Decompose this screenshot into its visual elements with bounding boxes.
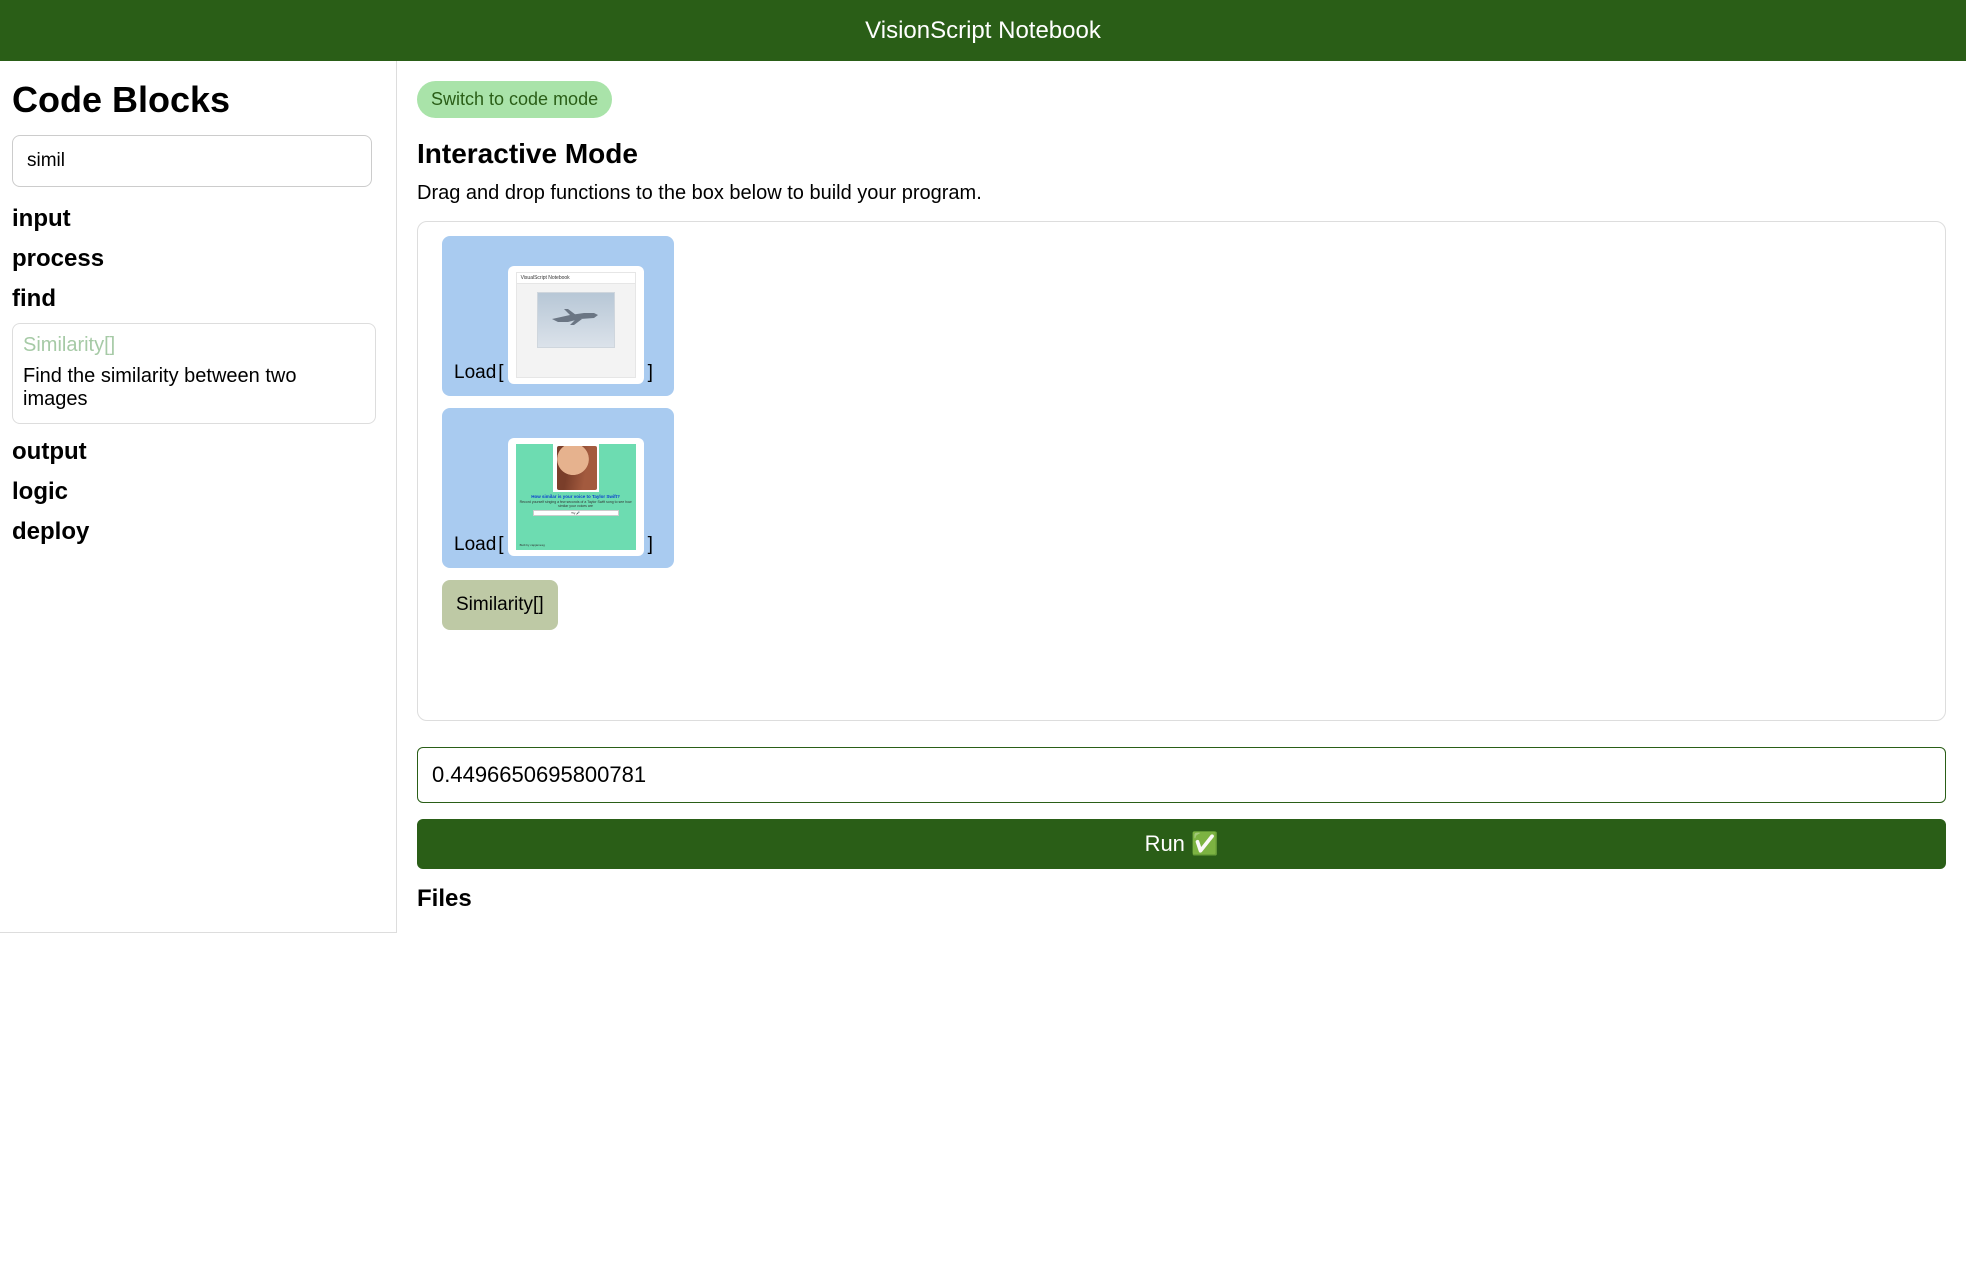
load-label: Load	[454, 362, 496, 384]
thumbnail-preview-notebook: VisualScript Notebook	[516, 272, 636, 378]
instructions: Drag and drop functions to the box below…	[417, 182, 1946, 205]
app-header: VisionScript Notebook	[0, 0, 1966, 61]
similarity-block[interactable]: Similarity[]	[442, 580, 558, 630]
category-logic[interactable]: logic	[12, 478, 384, 506]
thumbnail-subtext: Record yourself singing a few seconds of…	[516, 500, 636, 508]
output-value: 0.4496650695800781	[432, 762, 646, 787]
person-icon	[557, 446, 597, 490]
mode-title: Interactive Mode	[417, 138, 1946, 170]
thumbnail-preview-webpage: How similar is your voice to Taylor Swif…	[516, 444, 636, 550]
open-bracket: [	[498, 362, 503, 384]
sidebar-title: Code Blocks	[12, 79, 384, 121]
category-process[interactable]: process	[12, 245, 384, 273]
thumbnail-headline: How similar is your voice to Taylor Swif…	[516, 494, 636, 499]
close-bracket: ]	[648, 534, 653, 556]
block-name: Similarity[]	[23, 334, 365, 357]
block-description: Find the similarity between two images	[23, 365, 365, 411]
switch-mode-button[interactable]: Switch to code mode	[417, 81, 612, 118]
run-label: Run ✅	[1145, 831, 1219, 856]
app-title: VisionScript Notebook	[865, 17, 1101, 45]
category-output[interactable]: output	[12, 438, 384, 466]
block-card-similarity[interactable]: Similarity[] Find the similarity between…	[12, 323, 376, 424]
load-thumbnail-1[interactable]: VisualScript Notebook	[508, 266, 644, 384]
category-input[interactable]: input	[12, 205, 384, 233]
close-bracket: ]	[648, 362, 653, 384]
airplane-icon	[550, 307, 600, 327]
load-thumbnail-2[interactable]: How similar is your voice to Taylor Swif…	[508, 438, 644, 556]
search-input[interactable]	[12, 135, 372, 187]
files-heading: Files	[417, 885, 1946, 913]
similarity-label: Similarity[]	[456, 594, 544, 615]
load-block-1[interactable]: Load [ VisualScript Notebook	[442, 236, 674, 396]
output-box: 0.4496650695800781	[417, 747, 1946, 803]
load-block-2[interactable]: Load [ How similar is your voice to Tayl…	[442, 408, 674, 568]
main-panel: Switch to code mode Interactive Mode Dra…	[397, 61, 1966, 933]
thumbnail-chart-area	[537, 292, 615, 348]
thumbnail-input: Try 🎤	[533, 510, 619, 516]
open-bracket: [	[498, 534, 503, 556]
sidebar: Code Blocks input process find Similarit…	[0, 61, 397, 933]
program-canvas[interactable]: Load [ VisualScript Notebook	[417, 221, 1946, 721]
run-button[interactable]: Run ✅	[417, 819, 1946, 869]
category-deploy[interactable]: deploy	[12, 518, 384, 546]
thumbnail-footer: Built by capjamesg	[520, 543, 545, 547]
load-label: Load	[454, 534, 496, 556]
layout: Code Blocks input process find Similarit…	[0, 61, 1966, 933]
thumbnail-title-icon: VisualScript Notebook	[517, 273, 635, 284]
thumbnail-person-photo	[553, 444, 599, 492]
category-find[interactable]: find	[12, 285, 384, 313]
